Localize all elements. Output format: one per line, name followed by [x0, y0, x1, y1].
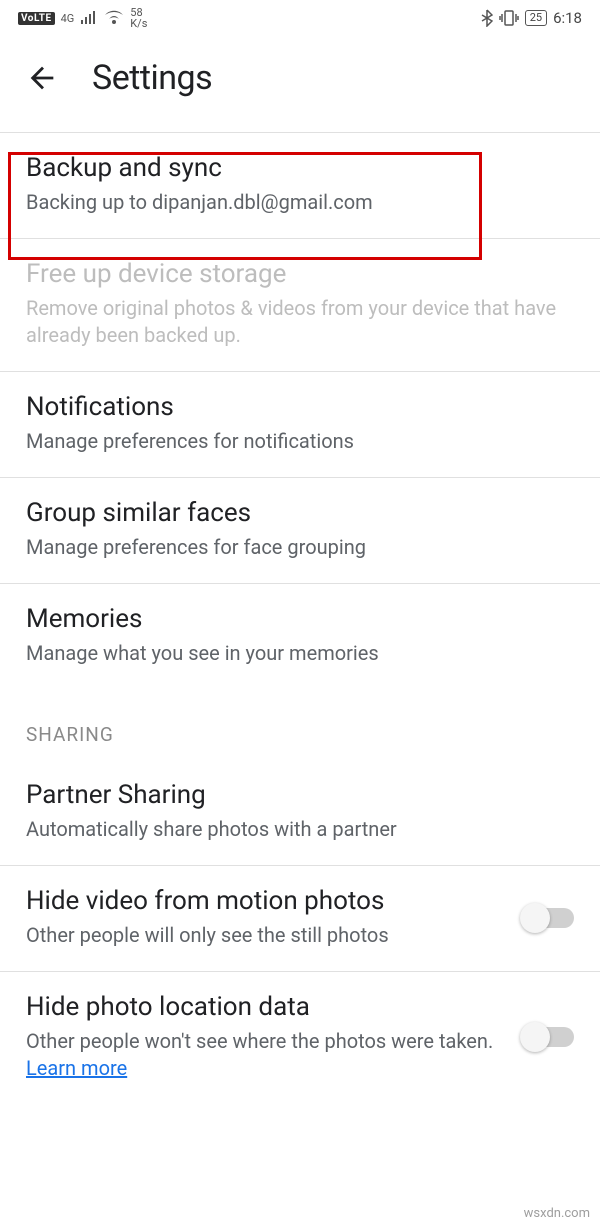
item-subtitle: Other people won't see where the photos …: [26, 1028, 508, 1082]
item-memories[interactable]: Memories Manage what you see in your mem…: [0, 584, 600, 689]
clock: 6:18: [553, 9, 582, 27]
item-subtitle: Manage preferences for face grouping: [26, 534, 574, 561]
settings-list: Backup and sync Backing up to dipanjan.d…: [0, 132, 600, 1104]
item-subtitle: Manage what you see in your memories: [26, 640, 574, 667]
item-title: Backup and sync: [26, 153, 574, 183]
item-title: Partner Sharing: [26, 780, 574, 810]
learn-more-link[interactable]: Learn more: [26, 1056, 127, 1080]
item-title: Notifications: [26, 392, 574, 422]
item-subtitle: Remove original photos & videos from you…: [26, 295, 574, 349]
item-subtitle: Backing up to dipanjan.dbl@gmail.com: [26, 189, 574, 216]
item-hide-location[interactable]: Hide photo location data Other people wo…: [0, 972, 600, 1104]
item-group-faces[interactable]: Group similar faces Manage preferences f…: [0, 478, 600, 584]
section-header-sharing: SHARING: [0, 689, 600, 760]
battery-indicator: 25: [525, 10, 547, 26]
vibrate-icon: [499, 9, 519, 27]
item-backup-and-sync[interactable]: Backup and sync Backing up to dipanjan.d…: [0, 133, 600, 239]
item-title: Hide photo location data: [26, 992, 508, 1022]
status-bar: VoLTE 4G 58 K/s 25 6:18: [0, 0, 600, 36]
item-free-up-storage: Free up device storage Remove original p…: [0, 239, 600, 372]
network-indicator: 4G: [61, 13, 75, 24]
page-title: Settings: [92, 58, 212, 98]
network-speed: 58 K/s: [130, 7, 147, 29]
item-title: Hide video from motion photos: [26, 886, 508, 916]
item-partner-sharing[interactable]: Partner Sharing Automatically share phot…: [0, 760, 600, 866]
item-subtitle: Other people will only see the still pho…: [26, 922, 508, 949]
arrow-left-icon: [25, 61, 59, 95]
item-hide-video[interactable]: Hide video from motion photos Other peop…: [0, 866, 600, 972]
toggle-hide-location[interactable]: [524, 1027, 574, 1047]
back-button[interactable]: [22, 58, 62, 98]
app-bar: Settings: [0, 36, 600, 132]
wifi-icon: [104, 10, 124, 26]
toggle-hide-video[interactable]: [524, 908, 574, 928]
item-subtitle: Manage preferences for notifications: [26, 428, 574, 455]
item-notifications[interactable]: Notifications Manage preferences for not…: [0, 372, 600, 478]
item-title: Group similar faces: [26, 498, 574, 528]
bluetooth-icon: [481, 9, 493, 27]
item-title: Free up device storage: [26, 259, 574, 289]
item-subtitle: Automatically share photos with a partne…: [26, 816, 574, 843]
item-title: Memories: [26, 604, 574, 634]
signal-icon: [80, 11, 98, 25]
volte-badge: VoLTE: [18, 12, 55, 25]
watermark: wsxdn.com: [524, 1206, 590, 1221]
